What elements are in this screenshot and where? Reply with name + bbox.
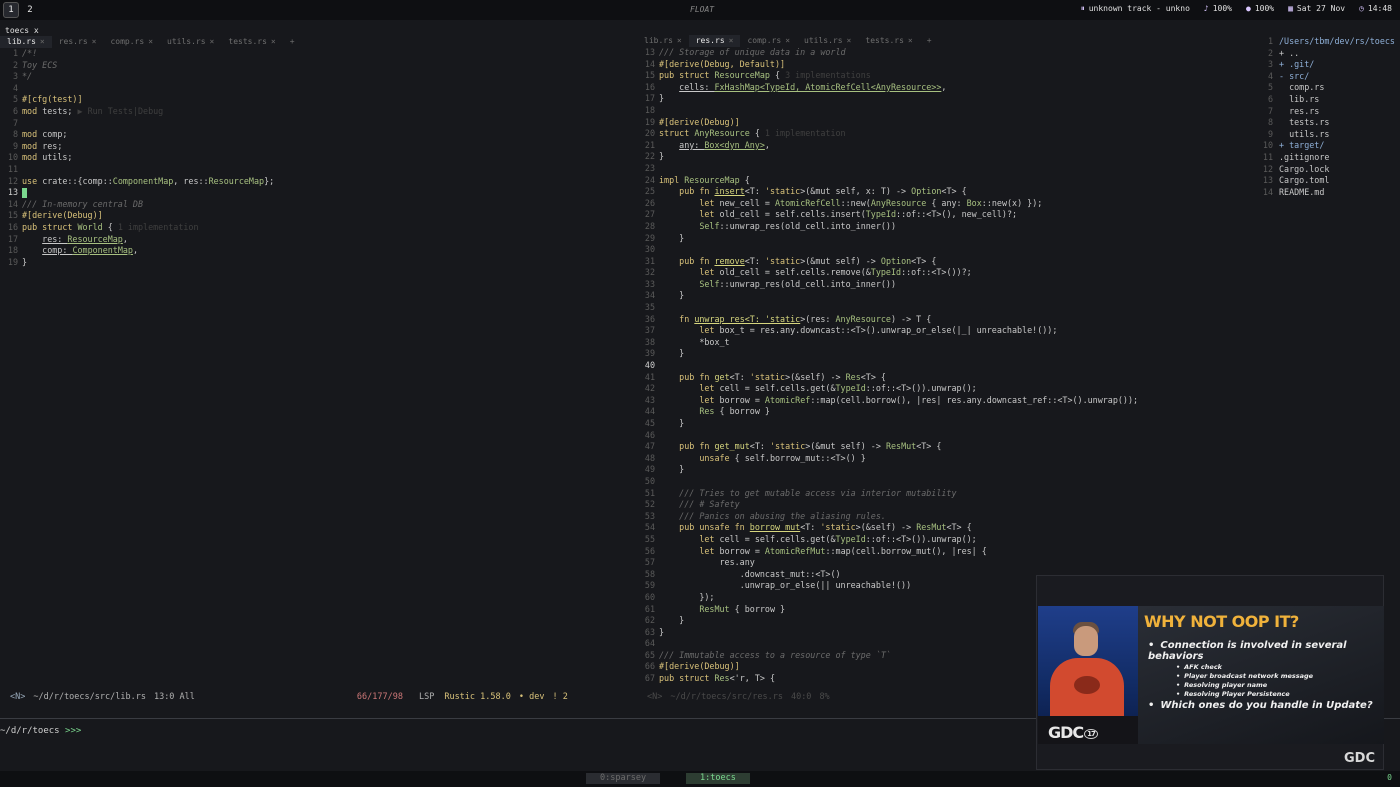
music-status[interactable]: ⏸ unknown track - unkno xyxy=(1081,4,1190,14)
tmux-right-status: 0 xyxy=(1387,773,1392,782)
float-label: FLOAT xyxy=(690,5,715,14)
middle-tab-2[interactable]: comp.rs × xyxy=(740,35,797,47)
editor-pane-left[interactable]: toecs x lib.rs × res.rs × comp.rs × utils.rs × t… xyxy=(0,24,633,704)
close-icon[interactable]: × xyxy=(148,37,153,46)
tree-item[interactable]: 8 tests.rs xyxy=(1259,117,1400,129)
slide-title: WHY NOT OOP IT? xyxy=(1144,612,1299,631)
left-tab-2[interactable]: comp.rs × xyxy=(103,36,160,48)
tree-item[interactable]: 11 .gitignore xyxy=(1259,152,1400,164)
calendar-icon: ▦ xyxy=(1288,4,1293,13)
tmux-status-bar: 0:sparsey 1:toecs 0 xyxy=(0,771,1400,787)
close-icon[interactable]: × xyxy=(847,36,852,45)
new-tab-icon[interactable]: + xyxy=(283,36,302,48)
slide-bullets: Connection is involved in several behavi… xyxy=(1148,638,1384,711)
tree-item[interactable]: 3 + .git/ xyxy=(1259,59,1400,71)
new-tab-icon[interactable]: + xyxy=(920,35,939,47)
podium-logo: GDC 17 xyxy=(1048,723,1099,742)
tree-item[interactable]: 2 + .. xyxy=(1259,48,1400,60)
gdc-corner-logo: GDC xyxy=(1343,751,1375,766)
video-overlay[interactable]: GDC17 WHY NOT OOP IT? Connection is invo… xyxy=(1036,575,1384,770)
mic-status[interactable]: ● 100% xyxy=(1246,4,1274,14)
middle-tab-4[interactable]: tests.rs × xyxy=(858,35,919,47)
volume-status[interactable]: ♪ 100% xyxy=(1204,4,1232,14)
status-area: ⏸ unknown track - unkno ♪ 100% ● 100% ▦ Sat … xyxy=(1081,4,1392,14)
close-icon[interactable]: × xyxy=(40,37,45,46)
buffer-tabs-left: lib.rs × res.rs × comp.rs × utils.rs × tests.rs ×… xyxy=(0,36,633,48)
left-tab-0[interactable]: lib.rs × xyxy=(0,36,52,48)
close-icon[interactable]: × xyxy=(677,36,682,45)
top-bar: 1 2 FLOAT ⏸ unknown track - unkno ♪ 100% ●… xyxy=(0,0,1400,20)
speaker-video: GDC 17 xyxy=(1038,606,1138,744)
file-tree-list: 1/Users/tbm/dev/rs/toecs 2 + .. 3 + .git/4- … xyxy=(1259,35,1400,198)
buffer-tabs-middle: lib.rs × res.rs × comp.rs × utils.rs × tests.rs ×… xyxy=(637,35,1257,47)
presentation-slide: WHY NOT OOP IT? Connection is involved i… xyxy=(1138,606,1384,744)
tmux-window-sparsey[interactable]: 0:sparsey xyxy=(586,773,661,784)
tree-item[interactable]: 7 res.rs xyxy=(1259,106,1400,118)
tree-item[interactable]: 14 README.md xyxy=(1259,187,1400,199)
close-icon[interactable]: × xyxy=(92,37,97,46)
tmux-header: toecs x xyxy=(5,25,39,35)
workspace-2[interactable]: 2 xyxy=(22,2,38,18)
code-area-left[interactable]: 1/*! 2 Toy ECS 3 */ 4 5 #[cfg(test)] 6 mod t… xyxy=(0,48,633,268)
left-tab-3[interactable]: utils.rs × xyxy=(160,36,221,48)
tree-item[interactable]: 9 utils.rs xyxy=(1259,129,1400,141)
tree-item[interactable]: 5 comp.rs xyxy=(1259,82,1400,94)
middle-tab-1[interactable]: res.rs × xyxy=(688,35,741,47)
date-status[interactable]: ▦ Sat 27 Nov xyxy=(1288,4,1345,14)
close-icon[interactable]: × xyxy=(210,37,215,46)
clock-icon: ◷ xyxy=(1359,4,1364,13)
left-tab-1[interactable]: res.rs × xyxy=(52,36,104,48)
statusline-left: <N> ~/d/r/toecs/src/lib.rs 13:0 All 66/1… xyxy=(10,692,568,702)
tree-item[interactable]: 13 Cargo.toml xyxy=(1259,175,1400,187)
text-cursor xyxy=(22,187,27,198)
pause-icon: ⏸ xyxy=(1080,4,1085,13)
close-icon[interactable]: × xyxy=(271,37,276,46)
tree-item[interactable]: 1/Users/tbm/dev/rs/toecs xyxy=(1259,36,1400,48)
workspace-1[interactable]: 1 xyxy=(3,2,19,18)
tree-item[interactable]: 6 lib.rs xyxy=(1259,94,1400,106)
tree-item[interactable]: 12 Cargo.lock xyxy=(1259,164,1400,176)
middle-tab-3[interactable]: utils.rs × xyxy=(797,35,858,47)
left-tab-4[interactable]: tests.rs × xyxy=(221,36,282,48)
clock-status[interactable]: ◷ 14:48 xyxy=(1359,4,1392,14)
tree-item[interactable]: 4- src/ xyxy=(1259,71,1400,83)
file-path: ~/d/r/toecs/src/lib.rs xyxy=(33,692,146,702)
terminal-prompt[interactable]: ~/d/r/toecs >>> xyxy=(0,726,81,736)
close-icon[interactable]: × xyxy=(785,36,790,45)
mic-icon: ● xyxy=(1245,4,1251,13)
tmux-window-toecs[interactable]: 1:toecs xyxy=(686,773,750,784)
close-icon[interactable]: × xyxy=(908,36,913,45)
close-icon[interactable]: × xyxy=(729,36,734,45)
speaker-icon: ♪ xyxy=(1203,4,1209,13)
tree-item[interactable]: 10 + target/ xyxy=(1259,140,1400,152)
middle-tab-0[interactable]: lib.rs × xyxy=(637,35,689,47)
cursor-position: 13:0 All xyxy=(153,692,195,702)
